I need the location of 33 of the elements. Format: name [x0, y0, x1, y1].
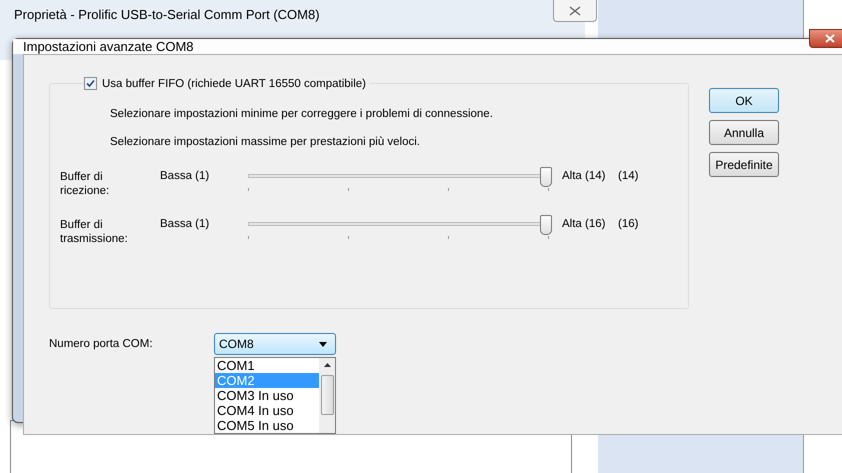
window-title: Impostazioni avanzate COM8	[23, 39, 194, 54]
min-label: Bassa (1)	[160, 170, 210, 182]
field-label: Numero porta COM:	[49, 338, 154, 350]
list-item[interactable]: COM1	[215, 358, 319, 373]
slider-label: Buffer di ricezione:	[60, 170, 110, 198]
list-item[interactable]: COM4 In uso	[215, 403, 319, 418]
dialog-button[interactable]: OK	[709, 88, 779, 113]
window-title: Proprietà - Prolific USB-to-Serial Comm Port (COM8)	[14, 7, 320, 22]
list-item[interactable]: COM5 In uso	[215, 418, 319, 433]
close-icon	[569, 6, 581, 16]
slider-value: (16)	[618, 218, 638, 230]
slider-thumb[interactable]	[540, 215, 552, 235]
hint-text: Selezionare impostazioni massime per prestazioni più veloci.	[110, 136, 422, 148]
dialog-button[interactable]: Predefinite	[709, 152, 779, 177]
close-button[interactable]	[809, 29, 842, 48]
min-label: Bassa (1)	[160, 218, 210, 230]
close-button[interactable]	[553, 0, 597, 22]
slider-value: (14)	[618, 170, 638, 182]
max-label: Alta (16)	[562, 218, 606, 230]
checkbox[interactable]	[84, 77, 97, 90]
dropdown[interactable]: COM8	[214, 333, 336, 355]
close-icon	[825, 34, 835, 43]
list-item[interactable]: COM3 In uso	[215, 388, 319, 403]
slider-label: Buffer di trasmissione:	[60, 218, 129, 246]
scrollbar[interactable]	[319, 358, 335, 433]
caret-icon	[319, 342, 327, 346]
up-arrow-icon	[324, 363, 330, 367]
scroll-thumb[interactable]	[320, 375, 334, 415]
slider-thumb[interactable]	[540, 167, 552, 187]
max-label: Alta (14)	[562, 170, 606, 182]
dialog-button[interactable]: Annulla	[709, 120, 779, 145]
hint-text: Selezionare impostazioni minime per correggere i problemi di connessione.	[110, 108, 494, 120]
checkbox-label: Usa buffer FIFO (richiede UART 16550 compatibile)	[102, 78, 366, 90]
